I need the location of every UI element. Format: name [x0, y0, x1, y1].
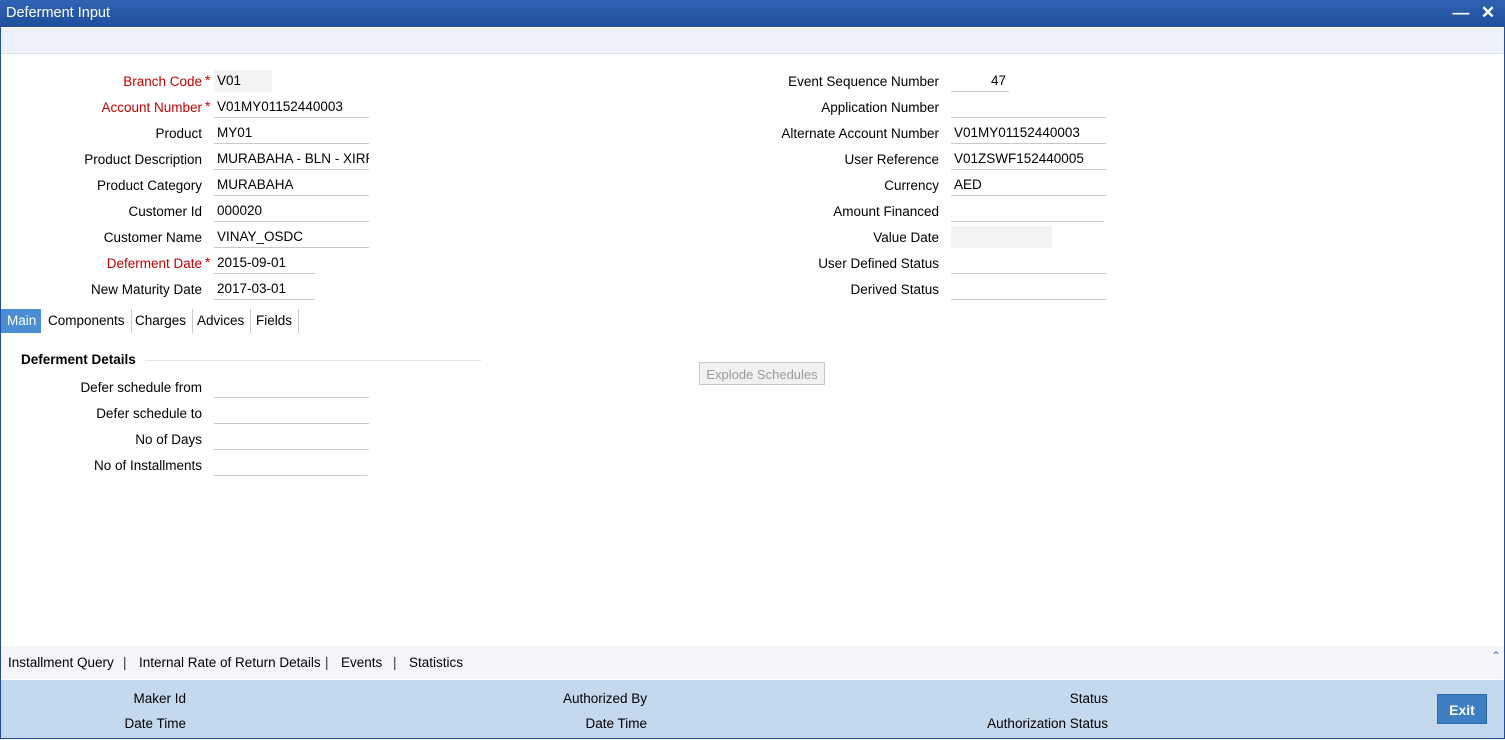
- no-of-installments-label: No of Installments: [93, 458, 202, 473]
- user-defined-status-label: User Defined Status: [818, 256, 939, 271]
- tab-main[interactable]: Main: [1, 309, 41, 333]
- close-icon[interactable]: ✕: [1478, 3, 1498, 23]
- currency-label: Currency: [884, 178, 939, 193]
- event-sequence-number-field[interactable]: 47: [951, 70, 1009, 92]
- derived-status-field[interactable]: [951, 278, 1106, 300]
- customer-id-label: Customer Id: [128, 204, 202, 219]
- branch-code-field[interactable]: V01: [214, 70, 272, 92]
- links-bar: Installment Query | Internal Rate of Ret…: [1, 646, 1504, 679]
- required-marker: *: [205, 72, 211, 88]
- window-title: Deferment Input: [6, 5, 110, 21]
- tab-advices[interactable]: Advices: [191, 309, 252, 333]
- account-number-field[interactable]: V01MY01152440003: [214, 96, 369, 118]
- no-of-days-field[interactable]: [214, 428, 369, 450]
- account-number-label: Account Number: [101, 100, 202, 115]
- value-date-label: Value Date: [873, 230, 939, 245]
- value-date-field[interactable]: [951, 226, 1052, 248]
- amount-financed-field[interactable]: [951, 200, 1104, 222]
- maker-date-time-label: Date Time: [124, 716, 186, 731]
- application-number-field[interactable]: [951, 96, 1106, 118]
- deferment-date-field[interactable]: 2015-09-01: [214, 252, 315, 274]
- product-field[interactable]: MY01: [214, 122, 369, 144]
- toolbar-strip: [0, 28, 1505, 54]
- tab-fields[interactable]: Fields: [250, 309, 300, 333]
- link-separator: |: [325, 655, 329, 670]
- authorized-by-label: Authorized By: [562, 691, 647, 706]
- required-marker: *: [205, 254, 211, 270]
- derived-status-label: Derived Status: [850, 282, 939, 297]
- product-category-label: Product Category: [96, 178, 202, 193]
- status-label: Status: [1069, 691, 1108, 706]
- window-titlebar: Deferment Input — ✕: [0, 0, 1505, 27]
- product-label: Product: [155, 126, 202, 141]
- tab-components[interactable]: Components: [42, 309, 132, 333]
- new-maturity-date-label: New Maturity Date: [90, 282, 202, 297]
- explode-schedules-button[interactable]: Explode Schedules: [699, 362, 825, 385]
- customer-name-field[interactable]: VINAY_OSDC: [214, 226, 369, 248]
- required-marker: *: [205, 98, 211, 114]
- alternate-account-number-field[interactable]: V01MY01152440003: [951, 122, 1106, 144]
- deferment-details-heading: Deferment Details: [21, 352, 136, 367]
- link-separator: |: [393, 655, 397, 670]
- product-category-field[interactable]: MURABAHA: [214, 174, 369, 196]
- no-of-days-label: No of Days: [135, 432, 202, 447]
- event-sequence-number-label: Event Sequence Number: [788, 74, 939, 89]
- user-reference-label: User Reference: [844, 152, 939, 167]
- new-maturity-date-field[interactable]: 2017-03-01: [214, 278, 315, 300]
- application-number-label: Application Number: [821, 100, 939, 115]
- user-reference-field[interactable]: V01ZSWF152440005: [951, 148, 1106, 170]
- defer-from-label: Defer schedule from: [80, 380, 202, 395]
- audit-footer: [1, 680, 1504, 738]
- amount-financed-label: Amount Financed: [833, 204, 939, 219]
- defer-to-label: Defer schedule to: [96, 406, 202, 421]
- alternate-account-number-label: Alternate Account Number: [781, 126, 939, 141]
- customer-id-field[interactable]: 000020: [214, 200, 369, 222]
- installment-query-link[interactable]: Installment Query: [8, 655, 114, 670]
- link-separator: |: [123, 655, 127, 670]
- branch-code-label: Branch Code: [123, 74, 202, 89]
- defer-to-field[interactable]: [214, 402, 369, 424]
- chevron-up-icon[interactable]: ⌃: [1491, 649, 1501, 663]
- auth-date-time-label: Date Time: [585, 716, 647, 731]
- section-divider: [145, 360, 481, 361]
- events-link[interactable]: Events: [341, 655, 382, 670]
- product-description-label: Product Description: [84, 152, 202, 167]
- currency-field[interactable]: AED: [951, 174, 1106, 196]
- authorization-status-label: Authorization Status: [987, 716, 1108, 731]
- defer-from-field[interactable]: [214, 376, 369, 398]
- irr-details-link[interactable]: Internal Rate of Return Details: [139, 655, 321, 670]
- maker-id-label: Maker Id: [133, 691, 186, 706]
- tab-charges[interactable]: Charges: [129, 309, 194, 333]
- statistics-link[interactable]: Statistics: [409, 655, 463, 670]
- no-of-installments-field[interactable]: [214, 454, 367, 476]
- customer-name-label: Customer Name: [103, 230, 202, 245]
- minimize-icon[interactable]: —: [1451, 3, 1471, 23]
- product-description-field[interactable]: MURABAHA - BLN - XIRR: [214, 148, 369, 170]
- deferment-date-label: Deferment Date: [106, 256, 202, 271]
- exit-button[interactable]: Exit: [1437, 694, 1487, 724]
- user-defined-status-field[interactable]: [951, 252, 1106, 274]
